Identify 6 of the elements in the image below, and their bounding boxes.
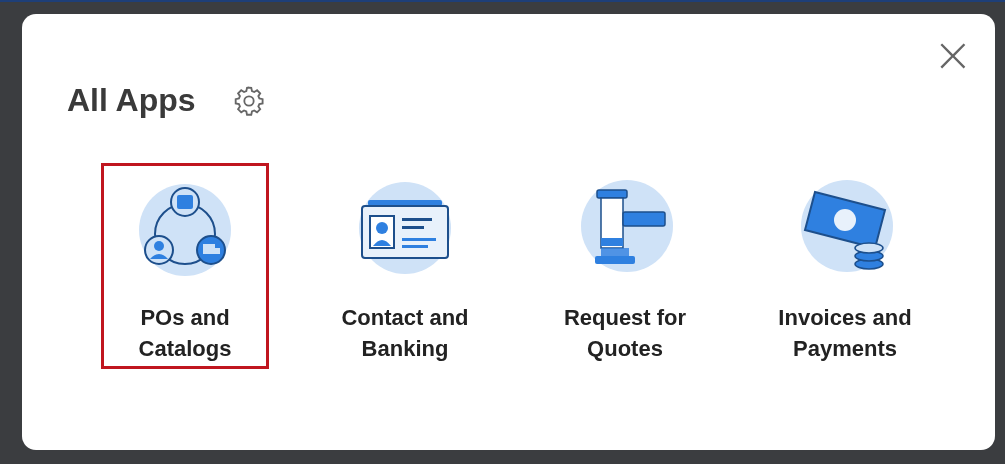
- dialog-title: All Apps: [67, 82, 196, 119]
- app-tile[interactable]: Invoices and Payments: [761, 163, 929, 369]
- app-tile[interactable]: Contact and Banking: [321, 163, 489, 369]
- close-button[interactable]: ×: [928, 34, 977, 74]
- app-tile[interactable]: POs and Catalogs: [101, 163, 269, 369]
- app-tile[interactable]: Request for Quotes: [541, 163, 709, 369]
